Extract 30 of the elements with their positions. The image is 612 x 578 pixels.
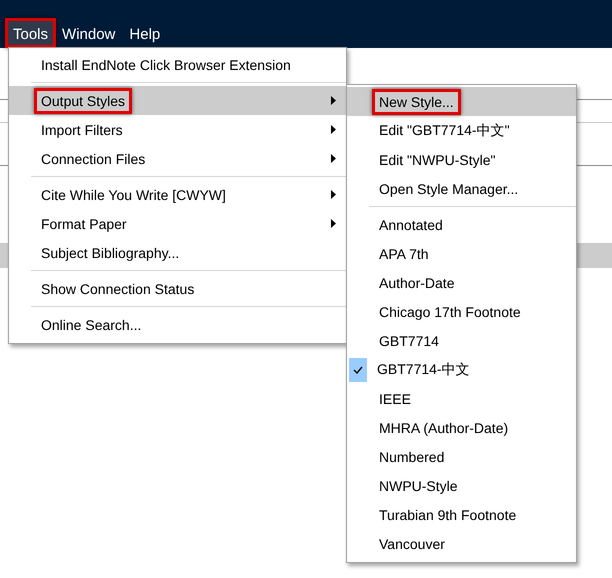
menu-item[interactable]: GBT7714 [347, 326, 576, 355]
menu-item[interactable]: Cite While You Write [CWYW] [9, 180, 346, 209]
menu-item[interactable]: Vancouver [347, 529, 576, 558]
menu-item[interactable]: IEEE [347, 384, 576, 413]
menu-item[interactable]: Import Filters [9, 115, 346, 144]
highlight-frame: New Style... [372, 88, 461, 114]
menu-item[interactable]: Turabian 9th Footnote [347, 500, 576, 529]
menu-item[interactable]: Online Search... [9, 310, 346, 339]
menu-item[interactable]: APA 7th [347, 239, 576, 268]
menu-item[interactable]: Author-Date [347, 268, 576, 297]
menu-item[interactable]: Edit "GBT7714-中文" [347, 116, 576, 145]
menu-bar-item[interactable]: Window [54, 18, 124, 48]
menu-item[interactable]: Install EndNote Click Browser Extension [9, 50, 346, 79]
menu-item[interactable]: Numbered [347, 442, 576, 471]
menu-item[interactable]: Format Paper [9, 209, 346, 238]
menu-item[interactable]: Output Styles [9, 86, 346, 115]
menu-item[interactable]: MHRA (Author-Date) [347, 413, 576, 442]
menu-item[interactable]: Annotated [347, 210, 576, 239]
menu-item[interactable]: Connection Files [9, 144, 346, 173]
menu-item[interactable]: Show Connection Status [9, 274, 346, 303]
menu-bar-item[interactable]: Help [121, 18, 168, 48]
menu-item[interactable]: Subject Bibliography... [9, 238, 346, 267]
menu-item[interactable]: NWPU-Style [347, 471, 576, 500]
menu-item[interactable]: Edit "NWPU-Style" [347, 145, 576, 174]
highlight-frame: Output Styles [34, 88, 132, 114]
menu-item[interactable]: GBT7714-中文 [347, 355, 576, 384]
menu-item[interactable]: Chicago 17th Footnote [347, 297, 576, 326]
menu-item[interactable]: New Style... [347, 87, 576, 116]
menu-item[interactable]: Open Style Manager... [347, 174, 576, 203]
menu-bar-item[interactable]: Tools [5, 18, 56, 48]
